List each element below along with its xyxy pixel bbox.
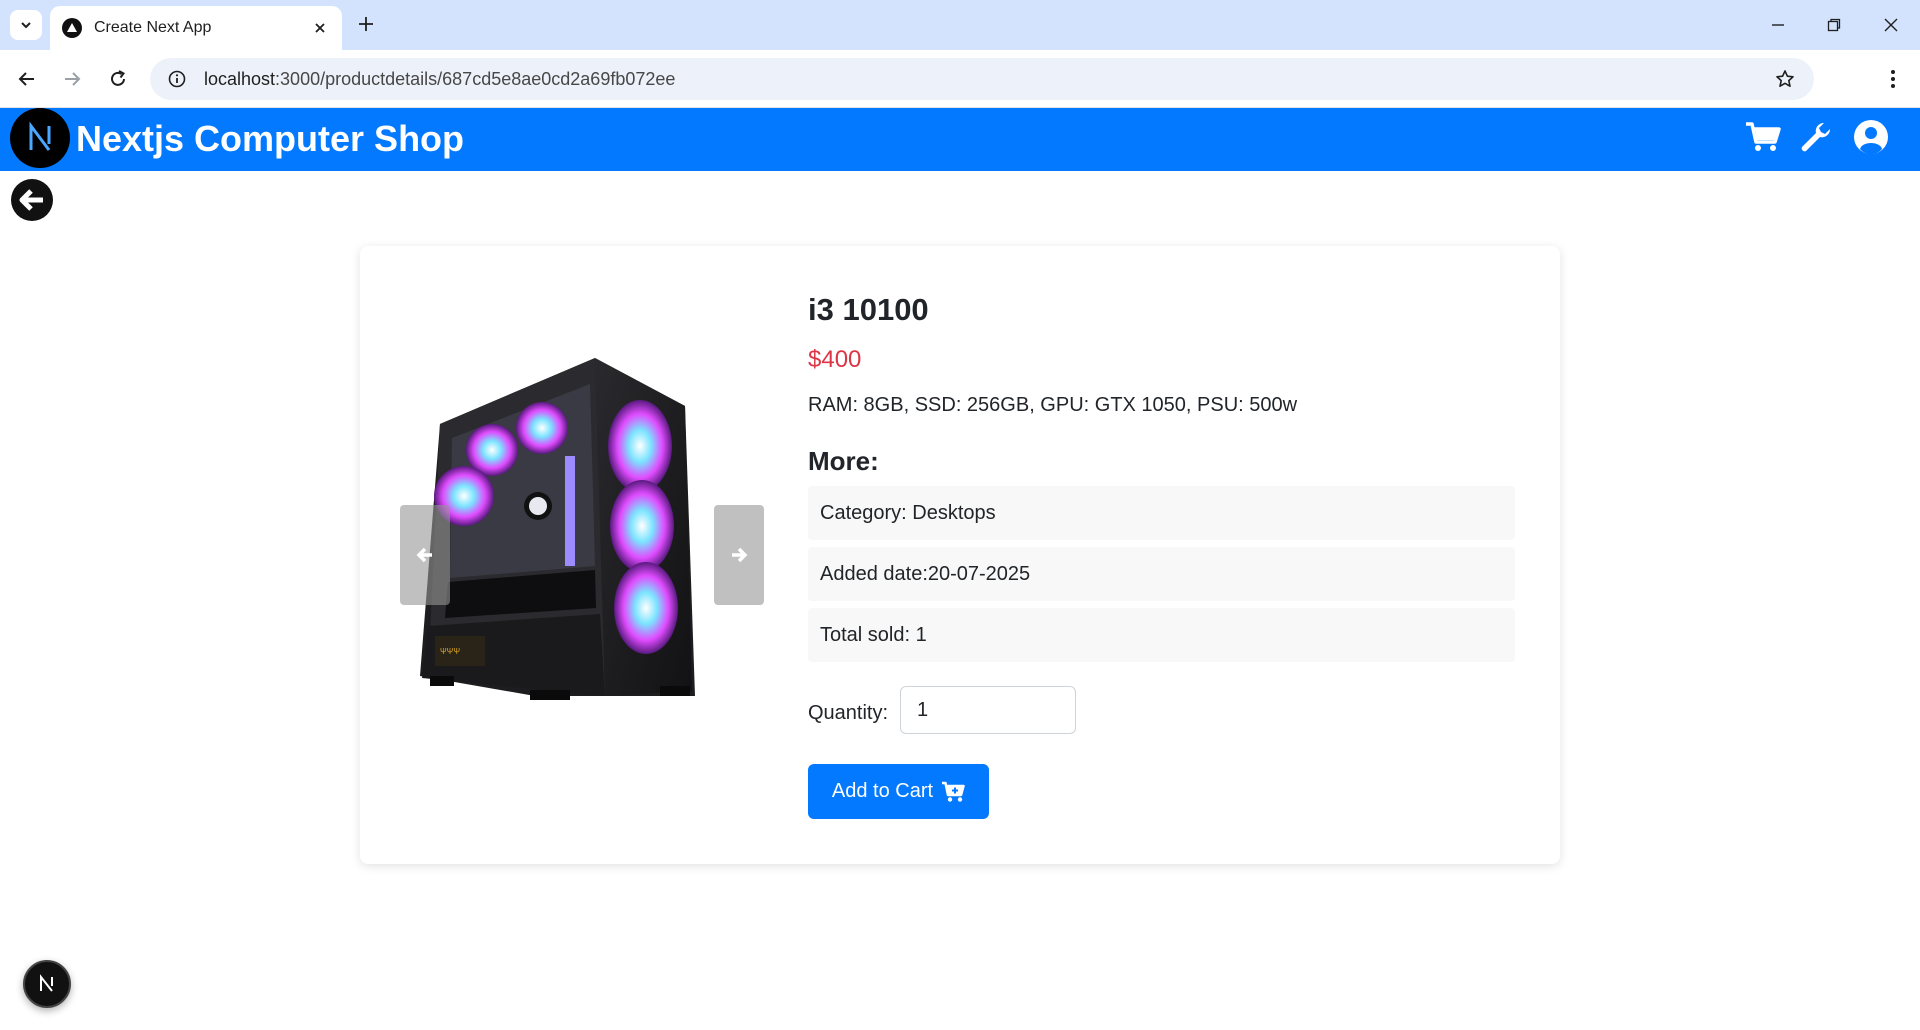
browser-toolbar: localhost:3000/productdetails/687cd5e8ae… (0, 50, 1920, 108)
product-image-carousel: ΨΨΨ (400, 346, 764, 702)
product-image: ΨΨΨ (420, 358, 695, 700)
browser-tab[interactable]: Create Next App (50, 6, 342, 50)
product-description: RAM: 8GB, SSD: 256GB, GPU: GTX 1050, PSU… (808, 394, 1298, 416)
tab-title: Create Next App (94, 19, 212, 36)
url-host: localhost (204, 68, 276, 89)
new-tab-plus-icon[interactable] (354, 12, 378, 36)
tab-search-button[interactable] (10, 10, 42, 40)
detail-category: Category: Desktops (808, 486, 1515, 540)
detail-total-sold: Total sold: 1 (808, 608, 1515, 662)
nextjs-dev-badge[interactable] (23, 960, 71, 1008)
chevron-down-icon (21, 22, 31, 29)
browser-tabbar: Create Next App (0, 0, 1920, 50)
add-to-cart-label: Add to Cart (831, 780, 934, 802)
back-button[interactable] (10, 178, 54, 222)
triangle-favicon-icon (62, 18, 82, 38)
url-path: :3000/productdetails/687cd5e8ae0cd2a69fb… (275, 68, 676, 89)
nextjs-logo-icon[interactable] (10, 108, 70, 168)
restore-icon[interactable] (1819, 10, 1849, 40)
reload-icon[interactable] (103, 64, 133, 94)
svg-text:ΨΨΨ: ΨΨΨ (440, 647, 460, 656)
arrow-left-icon (416, 547, 432, 563)
close-window-icon[interactable] (1876, 10, 1906, 40)
carousel-prev-button[interactable] (400, 505, 450, 605)
site-info-icon[interactable] (166, 68, 188, 90)
back-arrow-icon[interactable] (12, 64, 42, 94)
nextjs-badge-icon (40, 974, 53, 992)
carousel-next-button[interactable] (714, 505, 764, 605)
address-bar[interactable]: localhost:3000/productdetails/687cd5e8ae… (150, 58, 1814, 100)
quantity-label: Quantity: (808, 702, 889, 724)
browser-menu-icon[interactable] (1878, 64, 1908, 94)
cart-plus-icon (942, 781, 965, 802)
arrow-right-icon (732, 547, 748, 563)
arrow-left-circle-icon (11, 179, 53, 221)
add-to-cart-button[interactable]: Add to Cart (808, 764, 989, 819)
more-heading: More: (808, 446, 879, 476)
quantity-input[interactable] (900, 686, 1076, 734)
minimize-icon[interactable] (1763, 10, 1793, 40)
site-brand[interactable]: Nextjs Computer Shop (76, 118, 464, 160)
product-title: i3 10100 (808, 292, 929, 327)
forward-arrow-icon[interactable] (57, 64, 87, 94)
detail-added-date: Added date:20-07-2025 (808, 547, 1515, 601)
product-card: ΨΨΨ i3 10100 $400 RAM: 8GB, SSD: 256GB, … (360, 246, 1560, 864)
user-account-icon[interactable] (1851, 117, 1891, 157)
cart-icon[interactable] (1743, 117, 1783, 157)
bookmark-star-icon[interactable] (1772, 66, 1798, 92)
product-price: $400 (808, 346, 862, 373)
url-text[interactable]: localhost:3000/productdetails/687cd5e8ae… (204, 69, 1772, 90)
close-tab-icon[interactable] (310, 18, 330, 38)
wrench-icon[interactable] (1797, 117, 1837, 157)
